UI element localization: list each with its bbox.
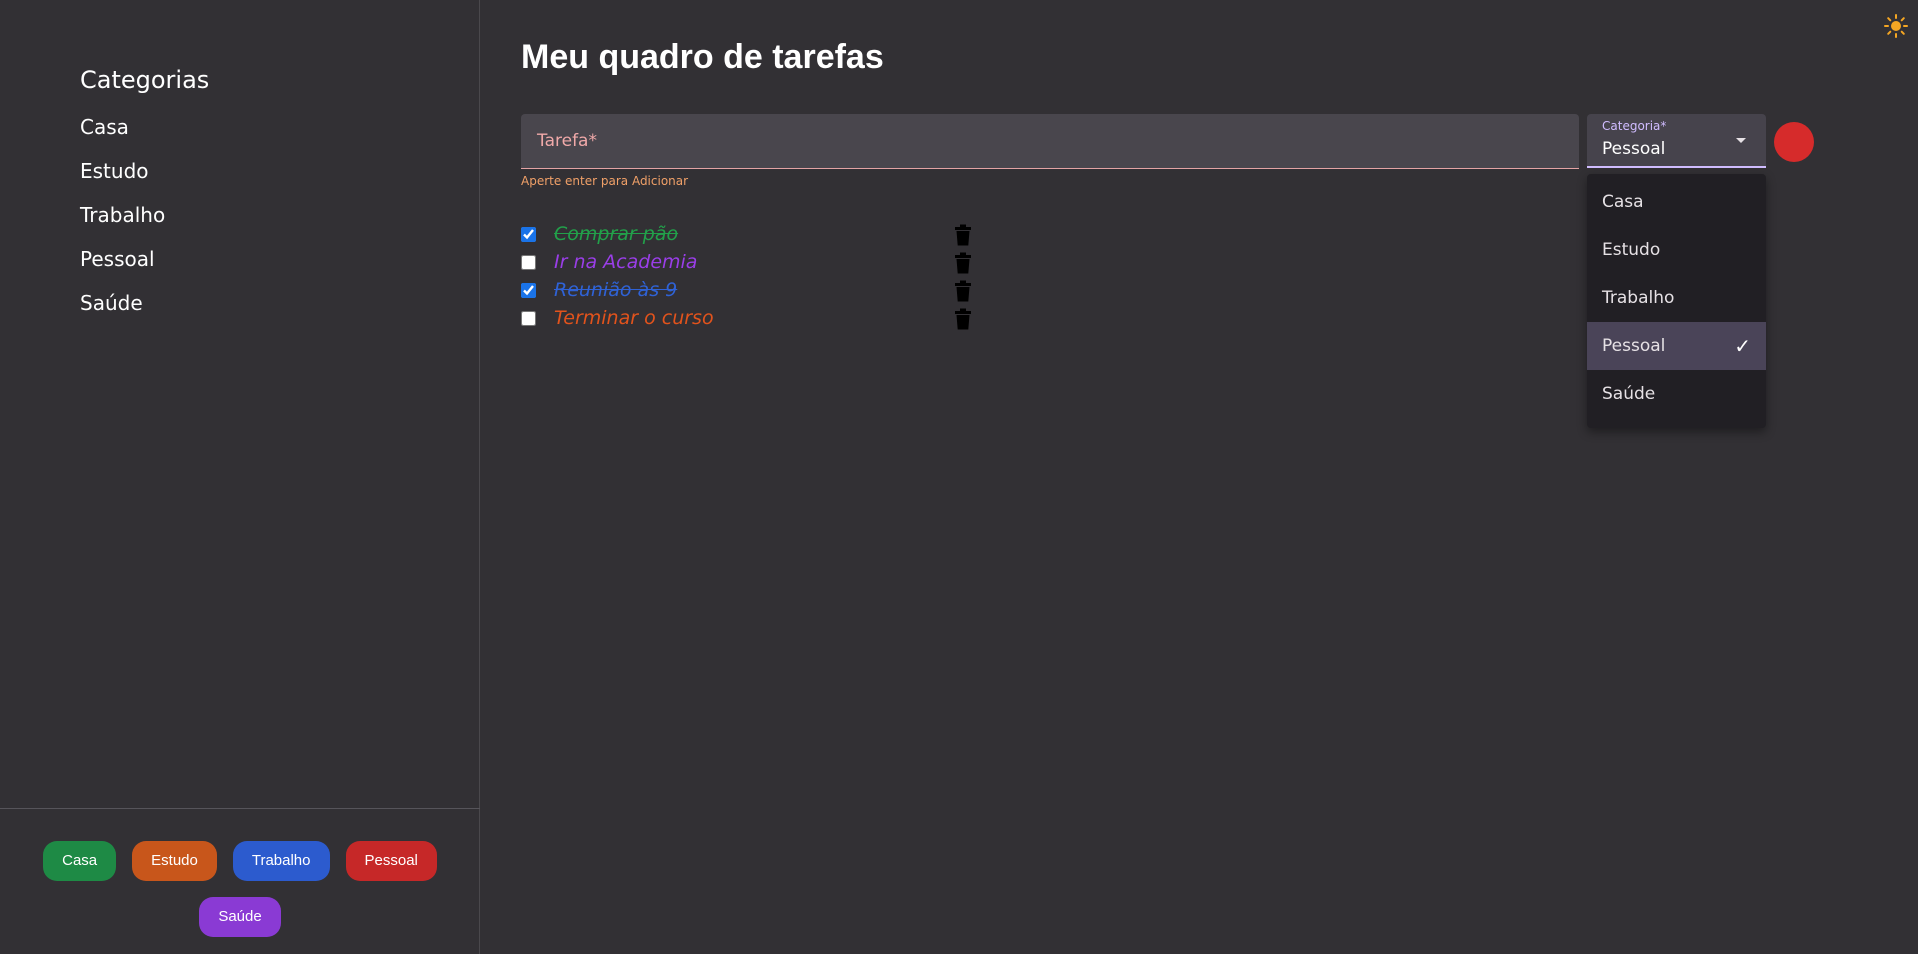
task-row: Terminar o curso xyxy=(521,306,981,334)
sidebar-item-casa[interactable]: Casa xyxy=(80,112,165,156)
task-text: Reunião às 9 xyxy=(554,279,678,301)
task-row: Comprar pão xyxy=(521,222,981,250)
app-root: Categorias Casa Estudo Trabalho Pessoal … xyxy=(0,0,1918,954)
task-checkbox[interactable] xyxy=(521,311,536,326)
task-text: Ir na Academia xyxy=(554,251,698,273)
sidebar: Categorias Casa Estudo Trabalho Pessoal … xyxy=(0,0,480,954)
chip-estudo[interactable]: Estudo xyxy=(132,841,217,881)
task-checkbox[interactable] xyxy=(521,227,536,242)
task-text: Comprar pão xyxy=(554,223,679,245)
category-menu: Casa Estudo Trabalho Pessoal ✓ Saúde xyxy=(1587,174,1766,428)
sidebar-divider xyxy=(0,808,480,809)
sidebar-item-estudo[interactable]: Estudo xyxy=(80,156,165,200)
task-checkbox[interactable] xyxy=(521,283,536,298)
trash-icon[interactable] xyxy=(954,280,972,302)
trash-icon[interactable] xyxy=(954,224,972,246)
chip-saude[interactable]: Saúde xyxy=(199,897,281,937)
chip-trabalho[interactable]: Trabalho xyxy=(232,841,330,881)
page-title: Meu quadro de tarefas xyxy=(521,38,884,76)
chip-pessoal[interactable]: Pessoal xyxy=(345,841,437,881)
task-row: Reunião às 9 xyxy=(521,278,981,306)
sidebar-item-trabalho[interactable]: Trabalho xyxy=(80,200,165,244)
category-list: Casa Estudo Trabalho Pessoal Saúde xyxy=(80,112,165,332)
sidebar-title: Categorias xyxy=(80,66,210,94)
sun-icon[interactable] xyxy=(1884,14,1908,38)
trash-icon[interactable] xyxy=(954,252,972,274)
menu-option-casa[interactable]: Casa xyxy=(1587,178,1766,226)
category-select-label: Categoria* xyxy=(1602,119,1667,133)
category-select-value: Pessoal xyxy=(1602,139,1666,159)
add-task-button[interactable] xyxy=(1774,122,1814,162)
menu-option-estudo[interactable]: Estudo xyxy=(1587,226,1766,274)
menu-option-trabalho[interactable]: Trabalho xyxy=(1587,274,1766,322)
category-select[interactable]: Categoria* Pessoal xyxy=(1587,114,1766,168)
trash-icon[interactable] xyxy=(954,308,972,330)
task-checkbox[interactable] xyxy=(521,255,536,270)
task-list: Comprar pão Ir na Academia Reunião às 9 … xyxy=(521,222,981,334)
chip-casa[interactable]: Casa xyxy=(43,841,117,881)
menu-option-pessoal[interactable]: Pessoal ✓ xyxy=(1587,322,1766,370)
task-input[interactable]: Tarefa* xyxy=(521,114,1579,169)
task-input-helper: Aperte enter para Adicionar xyxy=(521,174,689,188)
sidebar-item-saude[interactable]: Saúde xyxy=(80,288,165,332)
sidebar-item-pessoal[interactable]: Pessoal xyxy=(80,244,165,288)
task-input-placeholder: Tarefa* xyxy=(537,131,597,151)
check-icon: ✓ xyxy=(1734,334,1751,358)
menu-option-saude[interactable]: Saúde xyxy=(1587,370,1766,418)
category-chips: Casa Estudo Trabalho Pessoal Saúde xyxy=(40,841,440,937)
task-text: Terminar o curso xyxy=(554,307,714,329)
task-row: Ir na Academia xyxy=(521,250,981,278)
dropdown-arrow-icon xyxy=(1736,138,1746,143)
